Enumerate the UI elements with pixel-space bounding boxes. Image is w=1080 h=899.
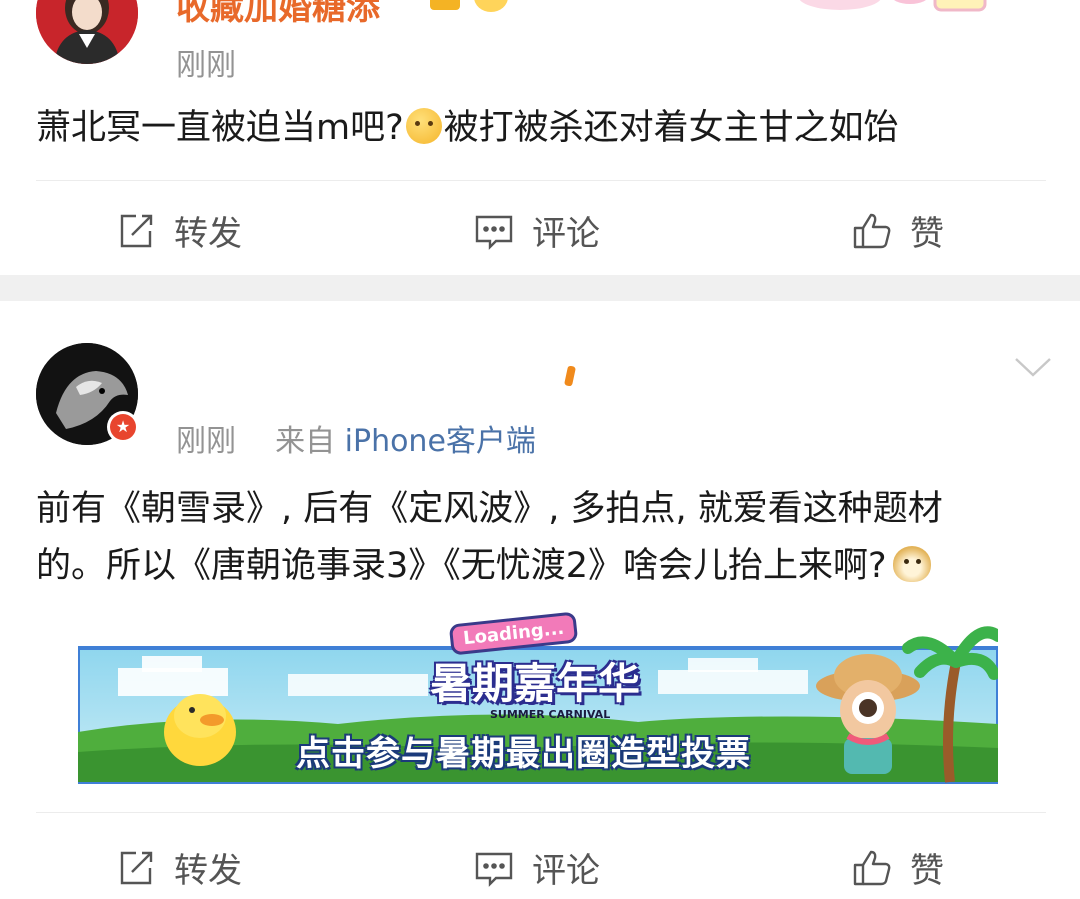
post-meta: 刚刚 来自 iPhone客户端 — [176, 416, 536, 460]
smile-emoji-icon — [474, 0, 508, 12]
like-label: 赞 — [910, 214, 944, 254]
thinking-emoji-icon — [405, 108, 442, 144]
source-link[interactable]: iPhone客户端 — [345, 424, 536, 459]
like-button[interactable]: 赞 — [852, 843, 944, 892]
comment-icon — [475, 215, 513, 250]
comment-label: 评论 — [532, 214, 600, 254]
post-content: 前有《朝雪录》, 后有《定风波》, 多拍点, 就爱看这种题材 的。所以《唐朝诡事… — [36, 481, 1056, 595]
post-text-part-2: 被打被杀还对着女主甘之如饴 — [443, 108, 899, 148]
post-time: 刚刚 — [176, 424, 236, 459]
like-label: 赞 — [910, 851, 944, 891]
doge-emoji-icon — [892, 546, 931, 582]
comment-button[interactable]: 评论 — [474, 843, 600, 892]
banner-title: 暑期嘉年华 — [430, 659, 641, 708]
comment-button[interactable]: 评论 — [474, 206, 600, 255]
repost-label: 转发 — [174, 214, 242, 254]
avatar-portrait-icon — [36, 0, 138, 64]
thumbs-up-icon — [853, 850, 891, 885]
vip-badge-icon — [430, 0, 460, 10]
repost-label: 转发 — [174, 851, 242, 891]
chevron-down-icon[interactable] — [1013, 355, 1053, 383]
banner-caption: 点击参与暑期最出圈造型投票 — [296, 734, 751, 774]
post-text-line-1: 前有《朝雪录》, 后有《定风波》, 多拍点, 就爱看这种题材 — [36, 489, 943, 529]
repost-button[interactable]: 转发 — [116, 206, 242, 255]
share-icon — [120, 214, 153, 247]
comment-icon — [475, 852, 513, 887]
like-button[interactable]: 赞 — [852, 206, 944, 255]
promo-banner[interactable]: Loading... 暑期嘉年华 SUMMER CARNIVAL 点击参与暑期最… — [78, 611, 998, 784]
divider — [36, 812, 1046, 813]
post-text-part-1: 萧北冥一直被迫当m吧? — [36, 108, 404, 148]
source-prefix: 来自 — [275, 424, 336, 459]
divider — [36, 180, 1046, 181]
verified-badge-icon: ★ — [107, 411, 139, 443]
comment-label: 评论 — [532, 851, 600, 891]
post-content: 萧北冥一直被迫当m吧? 被打被杀还对着女主甘之如饴 — [36, 100, 899, 157]
repost-button[interactable]: 转发 — [116, 843, 242, 892]
card-decoration-icon — [799, 0, 990, 18]
username[interactable]: 收藏加婚糖添 — [176, 0, 380, 29]
share-icon — [120, 851, 153, 884]
post-text-line-2-wrap: 的。所以《唐朝诡事录3》《无忧渡2》啥会儿抬上来啊? — [36, 538, 1056, 595]
decoration-mark-icon — [564, 365, 576, 387]
banner-subtitle: SUMMER CARNIVAL — [490, 708, 611, 721]
post-time: 刚刚 — [176, 48, 236, 83]
feed-separator — [0, 275, 1080, 301]
avatar[interactable] — [36, 0, 138, 64]
post-text-line-2: 的。所以《唐朝诡事录3》《无忧渡2》啥会儿抬上来啊? — [36, 546, 887, 586]
thumbs-up-icon — [853, 213, 891, 248]
